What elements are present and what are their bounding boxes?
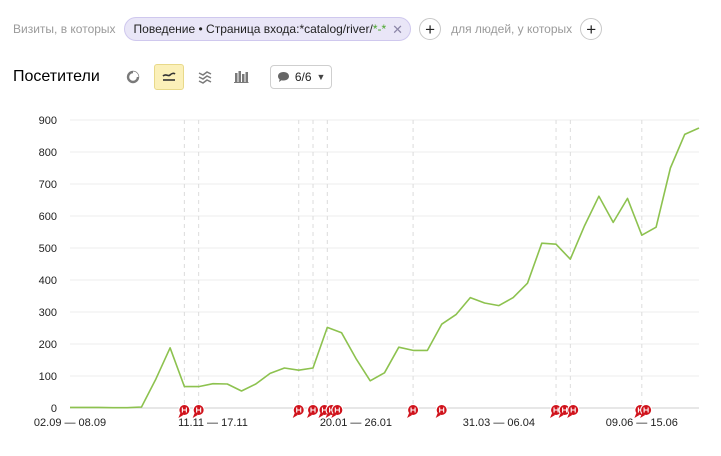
- area-view-button[interactable]: [190, 64, 220, 90]
- data-point[interactable]: [80, 403, 88, 411]
- people-filter-label: для людей, у которых: [451, 22, 573, 36]
- notes-dropdown[interactable]: 6/6 ▼: [269, 65, 333, 89]
- data-point[interactable]: [95, 403, 103, 411]
- data-point[interactable]: [323, 323, 331, 331]
- data-point[interactable]: [438, 320, 446, 328]
- data-point[interactable]: [566, 255, 574, 263]
- data-point[interactable]: [523, 279, 531, 287]
- plus-icon: +: [425, 19, 436, 39]
- x-tick-label: 11.11 — 17.11: [178, 417, 248, 429]
- data-point[interactable]: [166, 344, 174, 352]
- data-point[interactable]: [495, 302, 503, 310]
- data-point[interactable]: [266, 369, 274, 377]
- y-tick-label: 400: [39, 275, 57, 287]
- data-point[interactable]: [252, 380, 260, 388]
- x-tick-label: 20.01 — 26.01: [320, 417, 392, 429]
- data-point[interactable]: [609, 218, 617, 226]
- x-tick-label: 09.06 — 15.06: [606, 417, 678, 429]
- x-tick-label: 31.03 — 06.04: [463, 417, 535, 429]
- data-point[interactable]: [137, 403, 145, 411]
- data-point[interactable]: [280, 364, 288, 372]
- holiday-marker-icon[interactable]: [567, 404, 580, 419]
- y-tick-label: 0: [51, 403, 57, 415]
- data-point[interactable]: [423, 346, 431, 354]
- segment-chip-value: *catalog/river/: [299, 22, 373, 36]
- y-tick-label: 100: [39, 371, 57, 383]
- plus-icon: +: [586, 19, 597, 39]
- data-point[interactable]: [395, 343, 403, 351]
- close-icon[interactable]: ✕: [392, 23, 403, 36]
- segment-filter-row: Визиты, в которых Поведение • Страница в…: [13, 16, 603, 42]
- data-point[interactable]: [666, 164, 674, 172]
- data-point[interactable]: [152, 375, 160, 383]
- holiday-marker-icon[interactable]: [407, 404, 420, 419]
- visits-filter-label: Визиты, в которых: [13, 22, 116, 36]
- data-point[interactable]: [109, 404, 117, 412]
- visitors-series-line: [70, 127, 700, 409]
- holiday-marker-icon[interactable]: [307, 404, 320, 419]
- holiday-marker-icon[interactable]: [435, 404, 448, 419]
- y-tick-label: 900: [39, 115, 57, 127]
- data-point[interactable]: [466, 294, 474, 302]
- bar-chart-icon: [233, 71, 249, 83]
- pie-chart-icon: [126, 70, 140, 84]
- segment-chip[interactable]: Поведение • Страница входа: *catalog/riv…: [123, 17, 412, 41]
- data-point[interactable]: [581, 222, 589, 230]
- line-chart-icon: [162, 72, 176, 81]
- area-chart-icon: [198, 71, 212, 84]
- y-tick-label: 500: [39, 243, 57, 255]
- data-point[interactable]: [481, 299, 489, 307]
- x-tick-label: 02.09 — 08.09: [34, 417, 106, 429]
- holiday-marker-icon[interactable]: [331, 404, 344, 419]
- data-point[interactable]: [180, 383, 188, 391]
- add-people-filter-button[interactable]: +: [580, 18, 603, 40]
- data-point[interactable]: [452, 311, 460, 319]
- data-point[interactable]: [695, 124, 703, 132]
- comment-icon: [277, 72, 289, 82]
- y-tick-label: 200: [39, 339, 57, 351]
- pie-view-button[interactable]: [118, 64, 148, 90]
- y-tick-label: 600: [39, 211, 57, 223]
- data-point[interactable]: [352, 354, 360, 362]
- chevron-down-icon: ▼: [316, 72, 326, 82]
- data-point[interactable]: [195, 383, 203, 391]
- data-point[interactable]: [681, 130, 689, 138]
- visitors-line-chart: 0 100 200 300 400 500 600 700 800 900 02.09 — 08.…: [34, 115, 703, 429]
- y-tick-label: 800: [39, 147, 57, 159]
- chart-title: Посетители: [13, 68, 100, 85]
- data-point[interactable]: [238, 387, 246, 395]
- holiday-marker-icon[interactable]: [640, 404, 653, 419]
- data-point[interactable]: [638, 231, 646, 239]
- holiday-marker-icon[interactable]: [192, 404, 205, 419]
- y-tick-label: 700: [39, 179, 57, 191]
- data-point[interactable]: [223, 380, 231, 388]
- y-tick-label: 300: [39, 307, 57, 319]
- add-visits-filter-button[interactable]: +: [419, 18, 442, 40]
- data-point[interactable]: [338, 329, 346, 337]
- data-point[interactable]: [295, 366, 303, 374]
- data-point[interactable]: [624, 194, 632, 202]
- data-point[interactable]: [66, 403, 74, 411]
- data-point[interactable]: [538, 239, 546, 247]
- data-point[interactable]: [309, 364, 317, 372]
- holiday-marker-icon[interactable]: [178, 404, 191, 419]
- data-point[interactable]: [595, 192, 603, 200]
- bar-view-button[interactable]: [226, 64, 256, 90]
- data-point[interactable]: [366, 377, 374, 385]
- data-point[interactable]: [123, 404, 131, 412]
- notes-count: 6/6: [294, 70, 312, 84]
- data-point[interactable]: [381, 369, 389, 377]
- chart-toolbar: Посетители 6/6 ▼: [13, 64, 333, 90]
- data-point[interactable]: [509, 294, 517, 302]
- data-point[interactable]: [409, 346, 417, 354]
- line-view-button[interactable]: [153, 64, 184, 90]
- segment-chip-label: Поведение • Страница входа:: [133, 22, 300, 36]
- segment-chip-accent: *-*: [372, 22, 387, 36]
- data-point[interactable]: [209, 380, 217, 388]
- data-point[interactable]: [652, 223, 660, 231]
- data-point[interactable]: [552, 240, 560, 248]
- holiday-marker-icon[interactable]: [292, 404, 305, 419]
